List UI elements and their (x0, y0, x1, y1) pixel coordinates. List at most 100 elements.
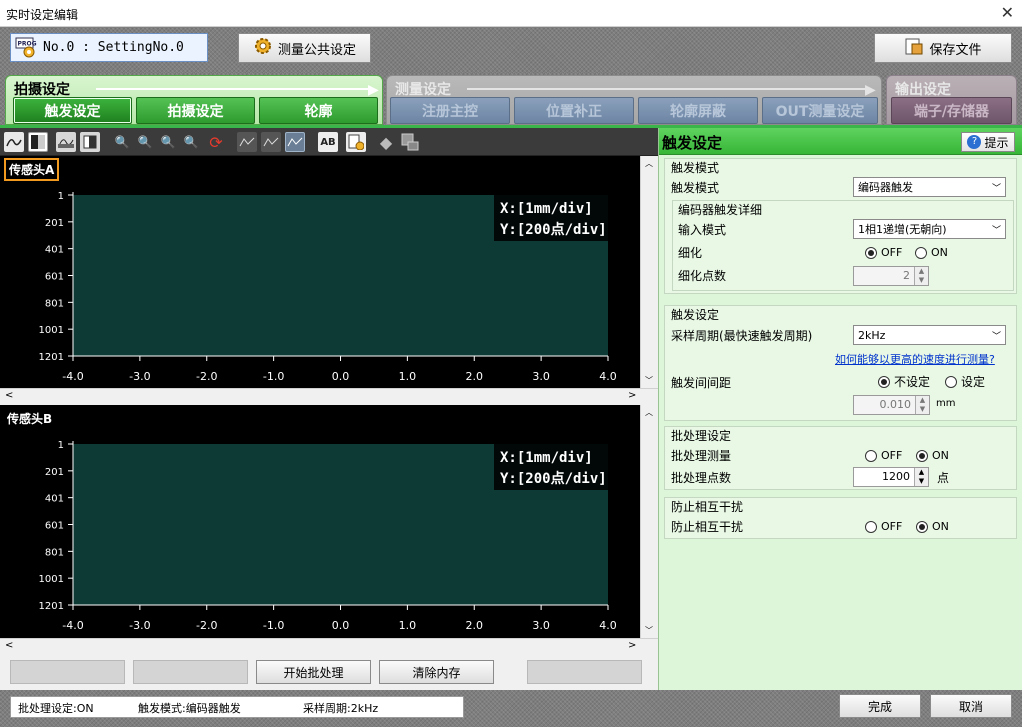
x-scale-info: X:[1mm/div] (500, 450, 593, 466)
brightness-view-icon[interactable] (28, 132, 48, 152)
scroll-right-icon[interactable]: > (628, 640, 636, 651)
chevron-down-icon: ﹀ (991, 332, 1001, 342)
interference-off-radio[interactable]: OFF (865, 520, 902, 533)
interval-none-radio[interactable]: 不设定 (878, 373, 930, 390)
scroll-down-icon[interactable]: ﹀ (645, 625, 653, 636)
scroll-down-icon[interactable]: ﹀ (645, 375, 653, 386)
tab-group-measure: 测量设定 ▶ 注册主控 位置补正 轮廓屏蔽 OUT测量设定 (386, 75, 882, 125)
profile-a-icon[interactable] (237, 132, 257, 152)
interval-value: 0.010 (879, 398, 912, 411)
encoder-detail-title: 编码器触发详细 (678, 203, 763, 217)
stepper-arrows-icon[interactable]: ▲ ▼ (915, 396, 929, 414)
interference-off-label: OFF (881, 520, 903, 533)
interference-on-radio[interactable]: ON (916, 520, 949, 533)
export-icon[interactable] (400, 132, 420, 152)
sensor-ab-swap-icon[interactable]: AB (318, 132, 338, 152)
tab-profile-mask[interactable]: 轮廓屏蔽 (638, 97, 758, 124)
profile-view-icon[interactable] (4, 132, 24, 152)
cancel-button[interactable]: 取消 (930, 694, 1012, 718)
horizontal-scrollbar-b[interactable]: < > (0, 638, 658, 655)
scroll-up-icon[interactable]: ︿ (645, 158, 653, 169)
blank-button-1 (10, 660, 125, 684)
scroll-left-icon[interactable]: < (5, 390, 13, 401)
clear-memory-button[interactable]: 清除内存 (379, 660, 494, 684)
refine-on-radio[interactable]: ON (915, 246, 948, 259)
tab-group-title: 输出设定 (895, 82, 951, 98)
y-tick-label: 1001 (39, 574, 64, 585)
tab-group-arrow (96, 88, 370, 90)
radio-icon (865, 449, 877, 462)
bottom-button-row: 开始批处理 清除内存 (0, 656, 658, 690)
scroll-right-icon[interactable]: > (628, 390, 636, 401)
image-view-icon[interactable] (80, 132, 100, 152)
zoom-out-icon[interactable]: 🔍 (135, 132, 155, 152)
tab-out-measure-settings[interactable]: OUT测量设定 (762, 97, 878, 124)
zoom-in-icon[interactable]: 🔍 (112, 132, 132, 152)
zoom-fit-icon[interactable]: 🔍 (158, 132, 178, 152)
tab-capture-settings[interactable]: 拍摄设定 (136, 97, 255, 124)
radio-selected-icon (878, 375, 890, 388)
save-file-button[interactable]: 保存文件 (874, 33, 1012, 63)
refine-off-radio[interactable]: OFF (865, 246, 902, 259)
refine-points-value: 2 (903, 269, 910, 282)
refine-label: 细化 (678, 246, 703, 260)
chart-sensor-b: 传感头B 1 201 401 601 801 1001 1201 -4.0 -3.0 -2.0 -1… (0, 405, 658, 638)
stepper-arrows-icon[interactable]: ▲ ▼ (914, 468, 928, 486)
arrow-right-icon: ▶ (865, 82, 876, 98)
window-title: 实时设定编辑 (6, 8, 79, 22)
refresh-icon[interactable]: ⟳ (206, 132, 226, 152)
zoom-reset-icon[interactable]: 🔍 (181, 132, 201, 152)
tabs-bar: 拍摄设定 ▶ 触发设定 拍摄设定 轮廓 测量设定 ▶ 注册主控 位置补正 轮廓屏… (0, 73, 1022, 127)
faster-measure-link[interactable]: 如何能够以更高的速度进行测量? (835, 351, 995, 367)
common-settings-button[interactable]: 测量公共设定 (238, 33, 371, 63)
tab-group-title: 测量设定 (395, 82, 451, 98)
tab-position-correction[interactable]: 位置补正 (514, 97, 634, 124)
x-tick-label: -4.0 (62, 619, 83, 632)
status-batch: 批处理设定:ON (18, 702, 94, 715)
batch-off-label: OFF (881, 449, 903, 462)
vertical-scrollbar-b[interactable]: ︿ ﹀ (640, 405, 658, 638)
hint-button[interactable]: ? 提示 (961, 132, 1015, 152)
program-selector[interactable]: PROG No.0 : SettingNo.0 (10, 33, 208, 62)
stepper-arrows-icon[interactable]: ▲ ▼ (914, 267, 928, 285)
radio-icon (915, 246, 927, 259)
sample-period-select[interactable]: 2kHz ﹀ (853, 325, 1006, 345)
vertical-scrollbar-a[interactable]: ︿ ﹀ (640, 156, 658, 388)
input-mode-value: 1相1递增(无朝向) (858, 223, 947, 236)
settings-lock-icon[interactable] (346, 132, 366, 152)
start-batch-button[interactable]: 开始批处理 (256, 660, 371, 684)
profile-ab-icon[interactable] (285, 132, 305, 152)
status-sample: 采样周期:2kHz (303, 702, 379, 715)
tab-trigger-settings[interactable]: 触发设定 (13, 97, 132, 124)
scroll-left-icon[interactable]: < (5, 640, 13, 651)
overlay-view-icon[interactable] (56, 132, 76, 152)
radio-selected-icon (916, 520, 928, 533)
input-mode-select[interactable]: 1相1递增(无朝向) ﹀ (853, 219, 1006, 239)
batch-points-unit: 点 (937, 471, 950, 485)
trigger-mode-select[interactable]: 编码器触发 ﹀ (853, 177, 1006, 197)
finish-button[interactable]: 完成 (839, 694, 921, 718)
blank-button-3 (527, 660, 642, 684)
tab-register-master[interactable]: 注册主控 (390, 97, 510, 124)
batch-section: 批处理设定 批处理测量 OFF ON 批处理点数 1200 ▲ ▼ 点 (664, 426, 1017, 490)
refine-points-stepper[interactable]: 2 ▲ ▼ (853, 266, 929, 286)
interval-stepper[interactable]: 0.010 ▲ ▼ (853, 395, 930, 415)
horizontal-scrollbar-a[interactable]: < > (0, 388, 658, 405)
trigger-mode-section: 触发模式 触发模式 编码器触发 ﹀ 编码器触发详细 输入模式 1相1递增(无朝向)… (664, 158, 1017, 294)
profile-b-icon[interactable] (261, 132, 281, 152)
batch-on-radio[interactable]: ON (916, 449, 949, 462)
scroll-up-icon[interactable]: ︿ (645, 407, 653, 418)
batch-points-stepper[interactable]: 1200 ▲ ▼ (853, 467, 929, 487)
interval-unit: mm (936, 398, 956, 409)
panel-header: 触发设定 ? 提示 (659, 128, 1022, 155)
tab-terminal-memory[interactable]: 端子/存储器 (891, 97, 1012, 124)
interference-on-label: ON (932, 520, 949, 533)
interval-set-radio[interactable]: 设定 (945, 373, 985, 390)
close-icon[interactable]: ✕ (1001, 3, 1014, 22)
diamond-icon[interactable]: ◆ (376, 132, 396, 152)
interval-set-label: 设定 (961, 375, 986, 389)
radio-icon (945, 375, 957, 388)
interval-label: 触发间间距 (671, 376, 732, 390)
tab-profile[interactable]: 轮廓 (259, 97, 378, 124)
batch-off-radio[interactable]: OFF (865, 449, 902, 462)
